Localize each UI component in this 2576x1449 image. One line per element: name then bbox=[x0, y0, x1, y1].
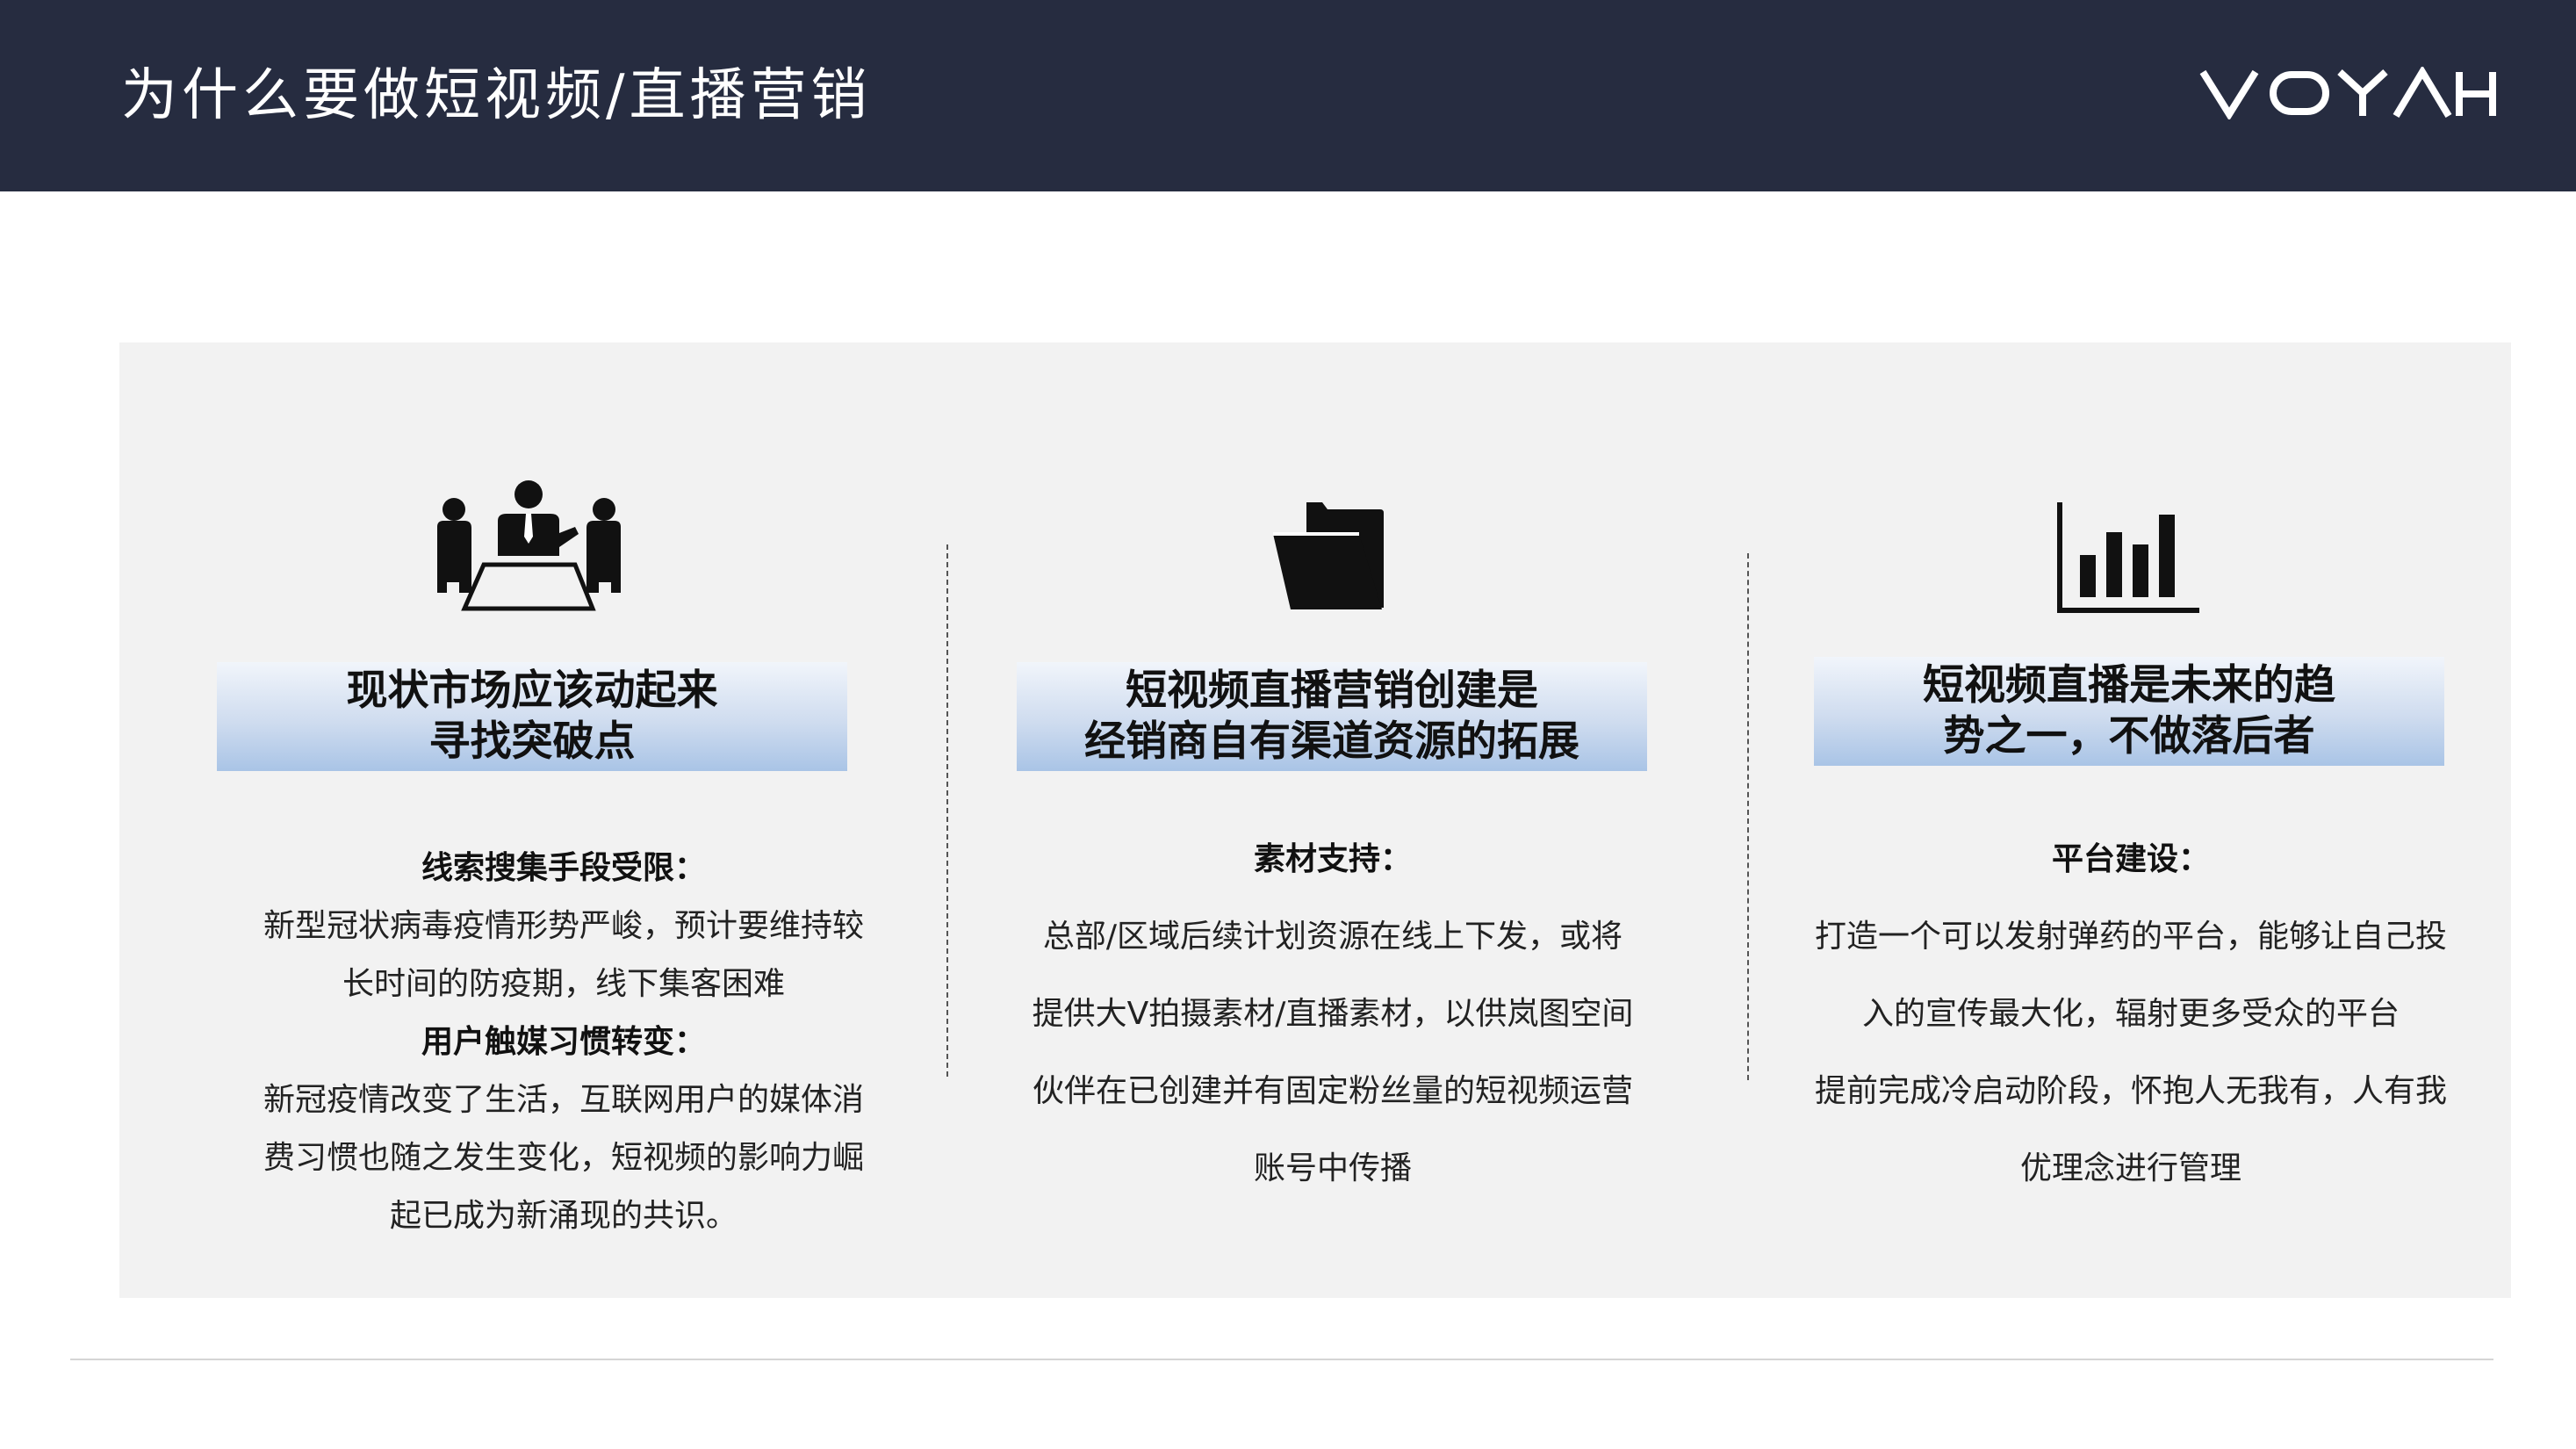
column-body: 素材支持： 总部/区域后续计划资源在线上下发，或将 提供大V拍摄素材/直播素材，… bbox=[982, 821, 1684, 1208]
column-body: 平台建设： 打造一个可以发射弹药的平台，能够让自己投 入的宣传最大化，辐射更多受… bbox=[1784, 821, 2478, 1208]
page-title: 为什么要做短视频/直播营销 bbox=[121, 63, 872, 128]
body-line: 费习惯也随之发生变化，短视频的影响力崛 bbox=[263, 1140, 864, 1176]
meeting-people-icon bbox=[437, 480, 621, 611]
column-heading: 短视频直播是未来的趋 势之一，不做落后者 bbox=[1814, 657, 2444, 766]
subheading: 线索搜集手段受限： bbox=[421, 850, 706, 886]
subheading: 平台建设： bbox=[2051, 841, 2210, 877]
subheading: 用户触媒习惯转变： bbox=[421, 1024, 706, 1060]
body-line: 打造一个可以发射弹药的平台，能够让自己投 bbox=[1814, 919, 2447, 955]
heading-line: 短视频直播营销创建是 bbox=[1126, 667, 1538, 715]
column-divider bbox=[946, 544, 948, 1077]
heading-line: 寻找突破点 bbox=[428, 717, 636, 766]
body-line: 新冠疫情改变了生活，互联网用户的媒体消 bbox=[263, 1082, 864, 1118]
column-heading: 现状市场应该动起来 寻找突破点 bbox=[217, 662, 847, 771]
subheading: 素材支持： bbox=[1253, 841, 1412, 877]
bar-chart-icon bbox=[2057, 502, 2199, 613]
folder-icon bbox=[1273, 502, 1384, 609]
footer-rule bbox=[70, 1359, 2493, 1360]
body-line: 总部/区域后续计划资源在线上下发，或将 bbox=[1042, 919, 1623, 955]
body-line: 账号中传播 bbox=[1253, 1150, 1412, 1186]
heading-line: 短视频直播是未来的趋 bbox=[1923, 661, 2335, 710]
body-line: 提供大V拍摄素材/直播素材，以供岚图空间 bbox=[1032, 996, 1634, 1032]
column-heading: 短视频直播营销创建是 经销商自有渠道资源的拓展 bbox=[1017, 662, 1647, 771]
body-line: 优理念进行管理 bbox=[2019, 1150, 2241, 1186]
slide: 为什么要做短视频/直播营销 现状市场应该动起来 寻找突破点 短视频直播营销创建是… bbox=[0, 0, 2576, 1449]
heading-line: 势之一，不做落后者 bbox=[1943, 712, 2315, 761]
body-line: 入的宣传最大化，辐射更多受众的平台 bbox=[1861, 996, 2400, 1032]
body-line: 长时间的防疫期，线下集客困难 bbox=[342, 966, 785, 1002]
body-line: 伙伴在已创建并有固定粉丝量的短视频运营 bbox=[1032, 1073, 1633, 1109]
body-line: 提前完成冷启动阶段，怀抱人无我有，人有我 bbox=[1814, 1073, 2447, 1109]
column-body: 线索搜集手段受限： 新型冠状病毒疫情形势严峻，预计要维持较 长时间的防疫期，线下… bbox=[217, 840, 910, 1245]
voyah-logo bbox=[2199, 67, 2496, 119]
body-line: 起已成为新涌现的共识。 bbox=[389, 1198, 738, 1234]
heading-line: 经销商自有渠道资源的拓展 bbox=[1084, 717, 1579, 766]
heading-line: 现状市场应该动起来 bbox=[346, 667, 718, 715]
header-bar: 为什么要做短视频/直播营销 bbox=[0, 0, 2576, 191]
body-line: 新型冠状病毒疫情形势严峻，预计要维持较 bbox=[263, 908, 864, 944]
column-divider bbox=[1747, 553, 1749, 1080]
